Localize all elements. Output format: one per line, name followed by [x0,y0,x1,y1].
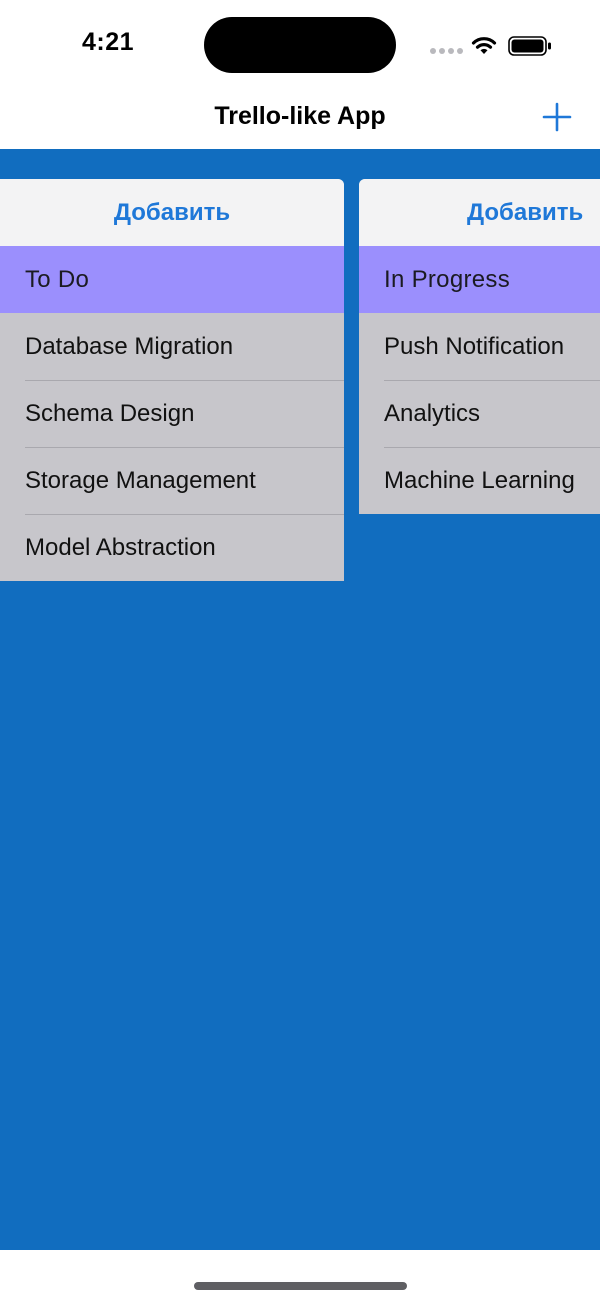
wifi-icon [471,37,497,54]
column-todo: Добавить To Do Database Migration Schema… [0,179,344,581]
board[interactable]: Добавить To Do Database Migration Schema… [0,149,600,1250]
card[interactable]: Machine Learning [359,447,600,514]
card[interactable]: Analytics [359,380,600,447]
column-title: In Progress [359,246,600,313]
home-indicator[interactable] [194,1282,407,1290]
status-time: 4:21 [82,28,135,56]
column-title: To Do [0,246,344,313]
page-title: Trello-like App [214,102,386,130]
battery-icon [508,36,551,56]
add-card-button[interactable]: Добавить [0,179,344,246]
dynamic-island [204,17,396,73]
add-card-button[interactable]: Добавить [359,179,600,246]
status-bar: 4:21 [0,0,600,92]
card[interactable]: Database Migration [0,313,344,380]
card[interactable]: Storage Management [0,447,344,514]
navigation-bar: Trello-like App [0,92,600,149]
plus-icon[interactable] [540,100,574,134]
card[interactable]: Schema Design [0,380,344,447]
home-area [0,1250,600,1302]
column-in-progress: Добавить In Progress Push Notification A… [359,179,600,514]
card[interactable]: Push Notification [359,313,600,380]
card[interactable]: Model Abstraction [0,514,344,581]
signal-icon [430,47,464,54]
